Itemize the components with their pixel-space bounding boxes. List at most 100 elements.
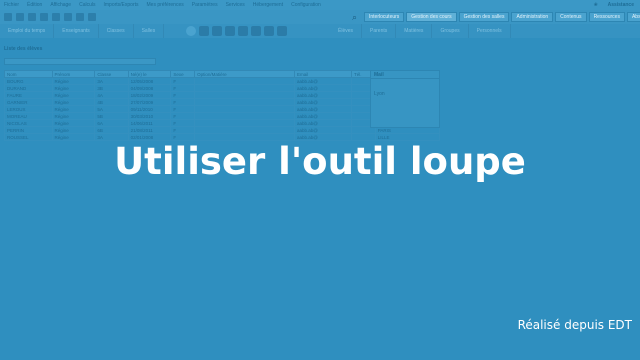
- table-cell: [194, 91, 295, 99]
- settings-icon[interactable]: [64, 13, 72, 21]
- table-cell: F: [170, 91, 196, 99]
- menu-item[interactable]: Services: [226, 2, 245, 8]
- assistance-button[interactable]: Assistance: [608, 2, 634, 8]
- table-cell: [194, 126, 295, 134]
- table-cell: 21/08/2011: [127, 126, 172, 134]
- table-cell: LEROUX: [4, 105, 53, 113]
- help-area: ❀ Assistance: [594, 0, 634, 10]
- print-icon[interactable]: [40, 13, 48, 21]
- column-header[interactable]: Option/Matière: [194, 70, 295, 78]
- table-cell: F: [170, 126, 196, 134]
- column-header[interactable]: Email: [293, 70, 353, 78]
- table-cell: MOREAU: [4, 112, 53, 120]
- table-cell: aabb.ab@: [293, 91, 353, 99]
- room-icon[interactable]: [264, 26, 274, 36]
- grid-view-icon[interactable]: [199, 26, 209, 36]
- table-cell: Régine: [51, 98, 96, 106]
- menu-item[interactable]: Mes préférences: [147, 2, 184, 8]
- menu-item[interactable]: Édition: [27, 2, 42, 8]
- table-cell: 12/05/2008: [127, 77, 172, 85]
- menu-item[interactable]: Hébergement: [253, 2, 283, 8]
- table-cell: aabb.ab@: [293, 112, 353, 120]
- tab-administration[interactable]: Administration: [511, 12, 554, 22]
- search-icon[interactable]: ⌕: [352, 12, 362, 22]
- mode-salles[interactable]: Salles: [134, 24, 165, 38]
- mode-bar: Emploi du temps Enseignants Classes Sall…: [0, 24, 640, 38]
- table-cell: [194, 105, 295, 113]
- table-cell: PERRIN: [4, 126, 53, 134]
- table-cell: 18/02/2009: [127, 91, 172, 99]
- mode-matieres[interactable]: Matières: [396, 24, 433, 38]
- table-cell: Régine: [51, 119, 96, 127]
- tab-contenus[interactable]: Contenus: [555, 12, 587, 22]
- save-icon[interactable]: [28, 13, 36, 21]
- video-frame: Fichier Édition Affichage Calculs Import…: [0, 0, 640, 360]
- list-filter-input[interactable]: [4, 58, 156, 65]
- video-credit: Réalisé depuis EDT: [517, 318, 632, 332]
- menu-item[interactable]: Fichier: [4, 2, 19, 8]
- column-header[interactable]: Sexe: [170, 70, 196, 78]
- table-cell: 09/11/2010: [127, 105, 172, 113]
- calculator-icon[interactable]: [76, 13, 84, 21]
- table-cell: [194, 119, 295, 127]
- list-title: Liste des élèves: [4, 46, 43, 52]
- side-panel: Mail Lyon: [370, 70, 440, 128]
- table-cell: Régine: [51, 77, 96, 85]
- mode-personnels[interactable]: Personnels: [469, 24, 511, 38]
- table-cell: [194, 84, 295, 92]
- tab-absences[interactable]: Absences: [626, 12, 640, 22]
- mobile-icon[interactable]: [88, 13, 96, 21]
- tab-gestion-salles[interactable]: Gestion des salles: [458, 12, 510, 22]
- menu-item[interactable]: Configuration: [291, 2, 321, 8]
- column-header[interactable]: Nom: [4, 70, 53, 78]
- new-icon[interactable]: [4, 13, 12, 21]
- table-cell: F: [170, 112, 196, 120]
- mode-enseignants[interactable]: Enseignants: [54, 24, 99, 38]
- table-cell: aabb.ab@: [293, 119, 353, 127]
- menu-item[interactable]: Calculs: [79, 2, 95, 8]
- undo-icon[interactable]: [52, 13, 60, 21]
- mode-classes[interactable]: Classes: [99, 24, 134, 38]
- chart-icon[interactable]: [225, 26, 235, 36]
- mode-parents[interactable]: Parents: [362, 24, 397, 38]
- menu-bar: Fichier Édition Affichage Calculs Import…: [0, 0, 640, 10]
- tab-ressources[interactable]: Ressources: [588, 12, 625, 22]
- menu-item[interactable]: Imports/Exports: [103, 2, 138, 8]
- magnifier-icon[interactable]: [277, 26, 287, 36]
- toolbar: ⌕ Interlocuteurs Gestion des cours Gesti…: [0, 10, 640, 24]
- mode-eleves[interactable]: Élèves: [330, 24, 363, 38]
- menu-item[interactable]: Paramètres: [192, 2, 218, 8]
- side-panel-value: Lyon: [374, 91, 385, 97]
- menu-item[interactable]: Affichage: [50, 2, 71, 8]
- tab-interlocuteurs[interactable]: Interlocuteurs: [364, 12, 405, 22]
- table-cell: Régine: [51, 84, 96, 92]
- table-cell: Régine: [51, 112, 96, 120]
- mode-groupes[interactable]: Groupes: [432, 24, 469, 38]
- table-cell: 3B: [94, 84, 129, 92]
- table-cell: aabb.ab@: [293, 126, 353, 134]
- table-cell: Régine: [51, 126, 96, 134]
- table-cell: 14/06/2011: [127, 119, 172, 127]
- user-icon[interactable]: [238, 26, 248, 36]
- table-cell: 5B: [94, 112, 129, 120]
- tab-gestion-cours[interactable]: Gestion des cours: [406, 12, 457, 22]
- table-cell: 4B: [94, 98, 129, 106]
- table-cell: [194, 112, 295, 120]
- column-header[interactable]: Né(e) le: [127, 70, 172, 78]
- table-cell: FAURE: [4, 91, 53, 99]
- mode-icons: [186, 26, 287, 36]
- table-cell: 6B: [94, 126, 129, 134]
- list-view-icon[interactable]: [186, 26, 196, 36]
- table-cell: GARNIER: [4, 98, 53, 106]
- mode-emploi-du-temps[interactable]: Emploi du temps: [0, 24, 55, 38]
- video-title: Utiliser l'outil loupe: [114, 140, 526, 183]
- table-cell: 30/03/2010: [127, 112, 172, 120]
- column-header[interactable]: Classe: [94, 70, 129, 78]
- column-header[interactable]: Prénom: [51, 70, 96, 78]
- table-cell: F: [170, 119, 196, 127]
- open-icon[interactable]: [16, 13, 24, 21]
- table-cell: 27/07/2009: [127, 98, 172, 106]
- group-icon[interactable]: [251, 26, 261, 36]
- calendar-icon[interactable]: [212, 26, 222, 36]
- table-cell: [194, 77, 295, 85]
